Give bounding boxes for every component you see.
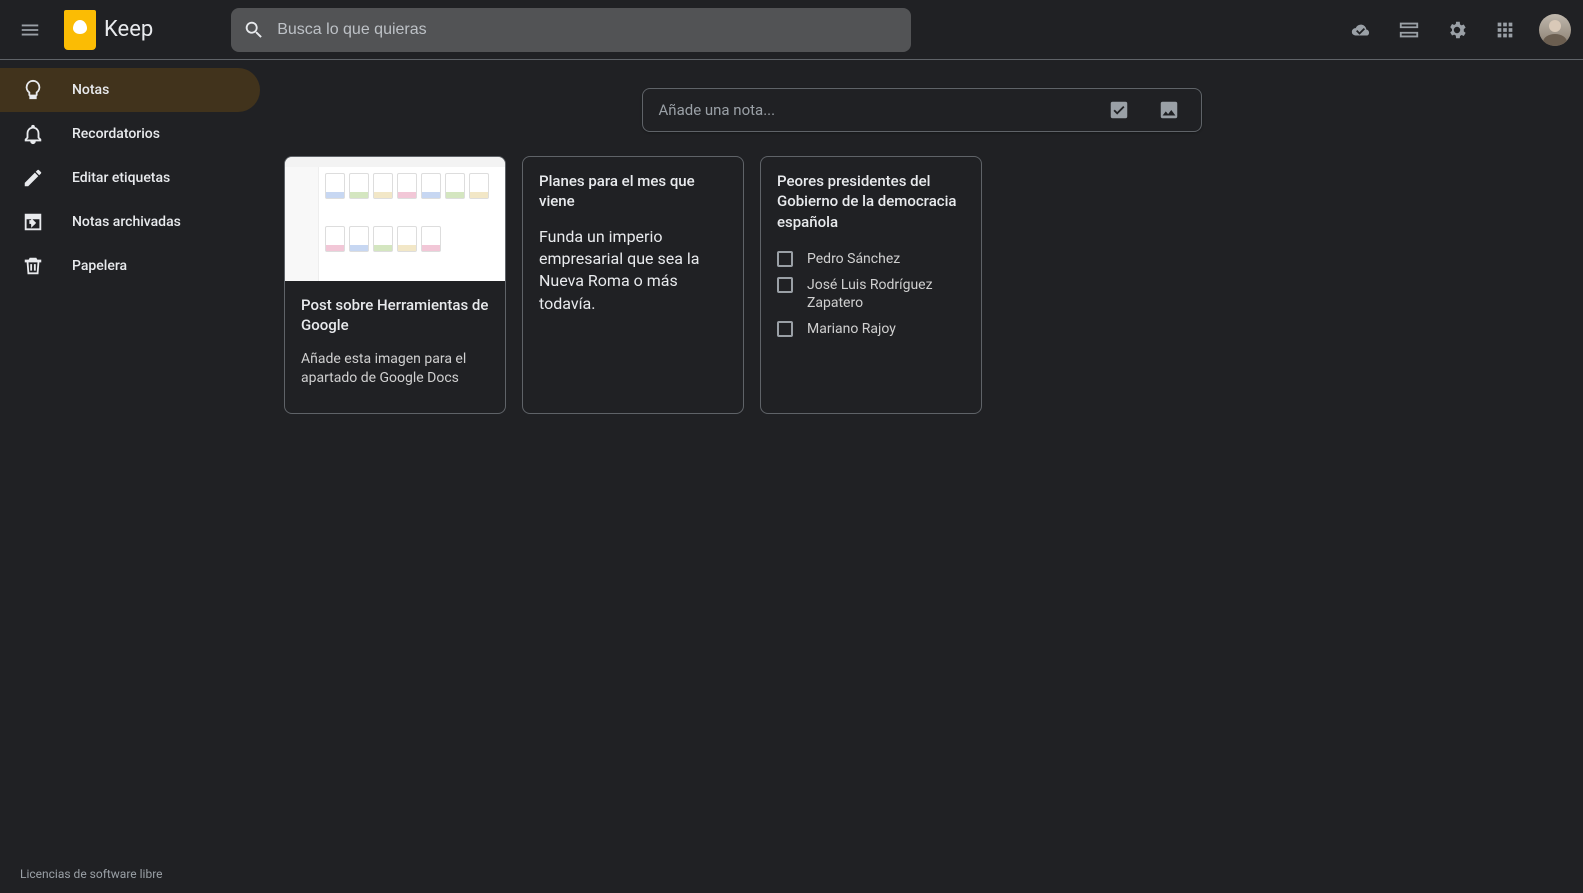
checklist-item-label: Pedro Sánchez: [807, 250, 900, 268]
menu-icon: [19, 19, 41, 41]
sidebar-item-reminders[interactable]: Recordatorios: [0, 112, 260, 156]
checkbox-icon[interactable]: [777, 251, 793, 267]
sidebar-item-edit-labels[interactable]: Editar etiquetas: [0, 156, 260, 200]
sidebar-item-label: Recordatorios: [72, 126, 160, 142]
main-content: Añade una nota...: [260, 60, 1583, 893]
search-bar[interactable]: [231, 8, 911, 52]
checklist-item-label: José Luis Rodríguez Zapatero: [807, 276, 965, 312]
checklist-item-label: Mariano Rajoy: [807, 320, 896, 338]
sidebar: Notas Recordatorios Editar etiquetas Not…: [0, 60, 260, 893]
apps-button[interactable]: [1483, 8, 1527, 52]
note-card[interactable]: Peores presidentes del Gobierno de la de…: [760, 156, 982, 414]
lightbulb-icon: [22, 79, 44, 101]
pencil-icon: [22, 167, 44, 189]
search-input[interactable]: [277, 21, 899, 39]
menu-button[interactable]: [8, 8, 52, 52]
header-actions: [1339, 8, 1571, 52]
gear-icon: [1446, 19, 1468, 41]
cloud-sync-button[interactable]: [1339, 8, 1383, 52]
search-icon: [243, 19, 265, 41]
new-list-button[interactable]: [1099, 90, 1139, 130]
sidebar-item-notes[interactable]: Notas: [0, 68, 260, 112]
new-image-note-button[interactable]: [1149, 90, 1189, 130]
note-body: Añade esta imagen para el apartado de Go…: [301, 350, 489, 389]
sidebar-item-label: Editar etiquetas: [72, 170, 170, 186]
checklist-item[interactable]: José Luis Rodríguez Zapatero: [777, 272, 965, 316]
new-note-placeholder[interactable]: Añade una nota...: [659, 101, 1089, 119]
note-title: Planes para el mes que viene: [539, 171, 727, 212]
sidebar-item-label: Notas: [72, 82, 109, 98]
sidebar-item-label: Notas archivadas: [72, 214, 181, 230]
sidebar-item-archive[interactable]: Notas archivadas: [0, 200, 260, 244]
app-name: Keep: [104, 17, 153, 42]
note-body: Funda un imperio empresarial que sea la …: [539, 226, 727, 316]
notes-grid: Post sobre Herramientas de Google Añade …: [276, 156, 1567, 414]
keep-logo-icon: [64, 10, 96, 50]
list-view-button[interactable]: [1387, 8, 1431, 52]
checkbox-icon[interactable]: [777, 277, 793, 293]
list-view-icon: [1398, 19, 1420, 41]
checklist-item[interactable]: Mariano Rajoy: [777, 316, 965, 342]
open-source-licenses-link[interactable]: Licencias de software libre: [20, 867, 163, 881]
brand[interactable]: Keep: [64, 10, 153, 50]
note-title: Peores presidentes del Gobierno de la de…: [777, 171, 965, 232]
checkbox-icon: [1108, 99, 1130, 121]
note-checklist: Pedro Sánchez José Luis Rodríguez Zapate…: [777, 246, 965, 343]
header: Keep: [0, 0, 1583, 60]
new-note-bar[interactable]: Añade una nota...: [642, 88, 1202, 132]
checkbox-icon[interactable]: [777, 321, 793, 337]
account-avatar[interactable]: [1539, 14, 1571, 46]
note-title: Post sobre Herramientas de Google: [301, 295, 489, 336]
trash-icon: [22, 255, 44, 277]
checklist-item[interactable]: Pedro Sánchez: [777, 246, 965, 272]
note-card[interactable]: Planes para el mes que viene Funda un im…: [522, 156, 744, 414]
settings-button[interactable]: [1435, 8, 1479, 52]
note-card[interactable]: Post sobre Herramientas de Google Añade …: [284, 156, 506, 414]
sidebar-item-trash[interactable]: Papelera: [0, 244, 260, 288]
sidebar-item-label: Papelera: [72, 258, 127, 274]
apps-grid-icon: [1494, 19, 1516, 41]
note-image-thumbnail: [285, 157, 505, 281]
archive-icon: [22, 211, 44, 233]
image-icon: [1158, 99, 1180, 121]
cloud-done-icon: [1350, 19, 1372, 41]
bell-icon: [22, 123, 44, 145]
